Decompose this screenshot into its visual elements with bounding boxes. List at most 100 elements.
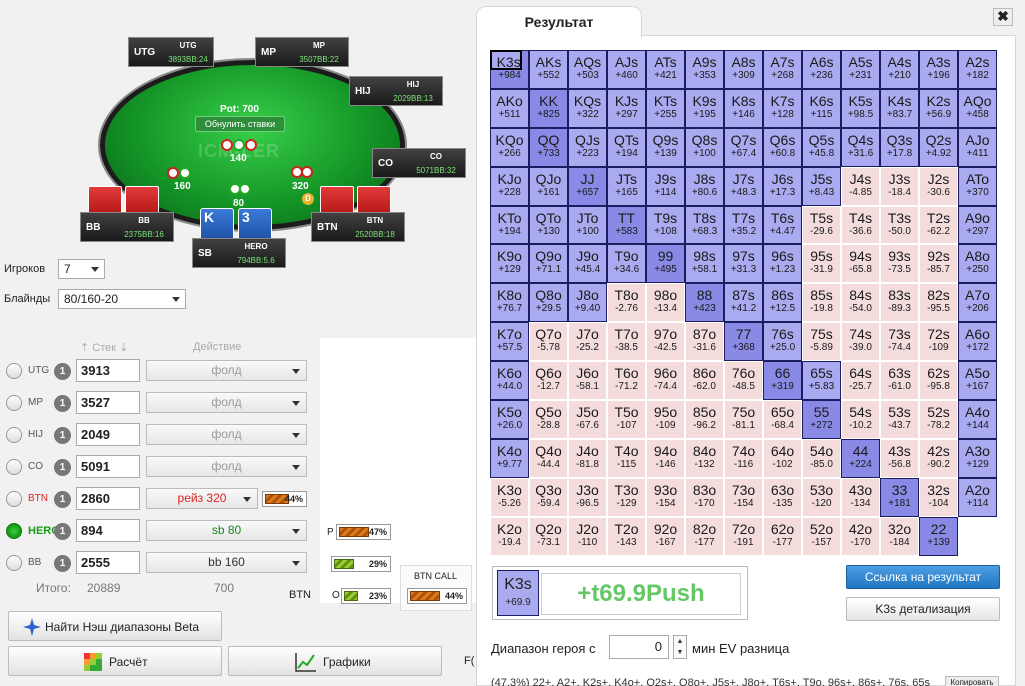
chevron-down-icon[interactable]: ▼ (677, 649, 684, 656)
hand-cell-a7o[interactable]: A7o +206 (958, 283, 997, 323)
hand-cell-q2s[interactable]: Q2s +4.92 (919, 127, 958, 167)
hand-cell-a5s[interactable]: A5s +231 (841, 50, 880, 89)
hand-cell-42o[interactable]: 42o -170 (841, 516, 880, 556)
find-nash-button[interactable]: Найти Нэш диапазоны Beta (8, 611, 222, 641)
hand-cell-kk[interactable]: KK +825 (529, 88, 568, 128)
hand-cell-aqs[interactable]: AQs +503 (568, 50, 607, 89)
hand-cell-kto[interactable]: KTo +194 (490, 205, 529, 245)
graphs-button[interactable]: Графики (228, 646, 442, 676)
hand-cell-86o[interactable]: 86o -62.0 (685, 361, 724, 401)
hand-cell-t4s[interactable]: T4s -36.6 (841, 205, 880, 245)
btn-call-range-bar[interactable]: 44% (407, 588, 467, 604)
hand-cell-j7s[interactable]: J7s +48.3 (724, 166, 763, 206)
hand-cell-95s[interactable]: 95s -31.9 (802, 244, 841, 284)
hand-cell-66[interactable]: 66 +319 (763, 361, 802, 401)
hand-cell-k3o[interactable]: K3o -5.26 (490, 477, 529, 517)
row-count-badge[interactable]: 1 (54, 363, 71, 380)
hand-cell-62s[interactable]: 62s -95.8 (919, 361, 958, 401)
hand-cell-ato[interactable]: ATo +370 (958, 166, 997, 206)
hand-cell-qto[interactable]: QTo +130 (529, 205, 568, 245)
hand-cell-72o[interactable]: 72o -191 (724, 516, 763, 556)
hand-cell-kjo[interactable]: KJo +228 (490, 166, 529, 206)
hand-cell-j2o[interactable]: J2o -110 (568, 516, 607, 556)
hand-cell-83s[interactable]: 83s -89.3 (880, 283, 919, 323)
hand-cell-q6o[interactable]: Q6o -12.7 (529, 361, 568, 401)
seat-hij[interactable]: HIJ HIJ 2029BB:13 (349, 76, 443, 106)
hand-cell-tt[interactable]: TT +583 (607, 205, 646, 245)
stack-input-btn[interactable]: 2860 (76, 487, 140, 510)
row-count-badge[interactable]: 1 (54, 523, 71, 540)
hand-cell-a7s[interactable]: A7s +268 (763, 50, 802, 89)
hand-cell-j6o[interactable]: J6o -58.1 (568, 361, 607, 401)
hand-cell-73s[interactable]: 73s -74.4 (880, 322, 919, 362)
hand-cell-k5s[interactable]: K5s +98.5 (841, 88, 880, 128)
hand-cell-a2o[interactable]: A2o +114 (958, 477, 997, 517)
hand-cell-q9o[interactable]: Q9o +71.1 (529, 244, 568, 284)
hand-cell-85s[interactable]: 85s -19.8 (802, 283, 841, 323)
action-select-hero[interactable]: sb 80 (146, 520, 307, 541)
hand-cell-q6s[interactable]: Q6s +60.8 (763, 127, 802, 167)
hand-cell-ako[interactable]: AKo +511 (490, 88, 529, 128)
hand-cell-j4s[interactable]: J4s -4.85 (841, 166, 880, 206)
hand-cell-75s[interactable]: 75s -5.89 (802, 322, 841, 362)
seat-mp[interactable]: MP MP 3507BB:22 (255, 37, 349, 67)
row-count-badge[interactable]: 1 (54, 395, 71, 412)
hand-cell-86s[interactable]: 86s +12.5 (763, 283, 802, 323)
hand-cell-t5s[interactable]: T5s -29.6 (802, 205, 841, 245)
hand-cell-75o[interactable]: 75o -81.1 (724, 400, 763, 439)
hand-cell-j9s[interactable]: J9s +114 (646, 166, 685, 206)
hand-cell-a2s[interactable]: A2s +182 (958, 50, 997, 89)
hand-cell-ajs[interactable]: AJs +460 (607, 50, 646, 89)
hand-cell-74s[interactable]: 74s -39.0 (841, 322, 880, 362)
hand-cell-t3s[interactable]: T3s -50.0 (880, 205, 919, 245)
row-count-badge[interactable]: 1 (54, 555, 71, 572)
hand-cell-k8s[interactable]: K8s +146 (724, 88, 763, 128)
hand-cell-j3s[interactable]: J3s -18.4 (880, 166, 919, 206)
hand-cell-73o[interactable]: 73o -154 (724, 477, 763, 517)
hand-cell-74o[interactable]: 74o -116 (724, 438, 763, 478)
hand-cell-88[interactable]: 88 +423 (685, 283, 724, 323)
hand-cell-kqs[interactable]: KQs +322 (568, 88, 607, 128)
hand-cell-92o[interactable]: 92o -167 (646, 516, 685, 556)
btn-range-bar[interactable]: 44% (262, 491, 307, 507)
hand-cell-22[interactable]: 22 +139 (919, 516, 958, 556)
hand-cell-kqo[interactable]: KQo +266 (490, 127, 529, 167)
hand-cell-q5o[interactable]: Q5o -28.8 (529, 400, 568, 439)
action-select-utg[interactable]: фолд (146, 360, 307, 381)
hand-cell-k6o[interactable]: K6o +44.0 (490, 361, 529, 401)
hand-cell-98o[interactable]: 98o -13.4 (646, 283, 685, 323)
seat-hero[interactable]: SB HERO 794BB:5.6 (192, 238, 286, 268)
hand-cell-k4o[interactable]: K4o +9.77 (490, 438, 529, 478)
hand-cell-qq[interactable]: QQ +733 (529, 127, 568, 167)
hand-cell-54s[interactable]: 54s -10.2 (841, 400, 880, 439)
hand-cell-94o[interactable]: 94o -146 (646, 438, 685, 478)
hand-cell-q4s[interactable]: Q4s +31.6 (841, 127, 880, 167)
action-select-bb[interactable]: bb 160 (146, 552, 307, 573)
hand-cell-t2s[interactable]: T2s -62.2 (919, 205, 958, 245)
range-bar-29[interactable]: 29% (331, 556, 391, 572)
hand-cell-64s[interactable]: 64s -25.7 (841, 361, 880, 401)
hand-cell-j5o[interactable]: J5o -67.6 (568, 400, 607, 439)
hand-cell-63s[interactable]: 63s -61.0 (880, 361, 919, 401)
hand-cell-87o[interactable]: 87o -31.6 (685, 322, 724, 362)
row-count-badge[interactable]: 1 (54, 459, 71, 476)
hand-cell-a9s[interactable]: A9s +353 (685, 50, 724, 89)
hand-cell-jto[interactable]: JTo +100 (568, 205, 607, 245)
hand-cell-k7o[interactable]: K7o +57.5 (490, 322, 529, 362)
hand-cell-53s[interactable]: 53s -43.7 (880, 400, 919, 439)
stack-input-bb[interactable]: 2555 (76, 551, 140, 574)
hand-cell-aks[interactable]: AKs +552 (529, 50, 568, 89)
hand-cell-j6s[interactable]: J6s +17.3 (763, 166, 802, 206)
hand-cell-t2o[interactable]: T2o -143 (607, 516, 646, 556)
seat-utg[interactable]: UTG UTG 3893BB:24 (128, 37, 214, 67)
hand-cell-j8o[interactable]: J8o +9.40 (568, 283, 607, 323)
min-ev-input[interactable]: 0 (609, 635, 669, 659)
hand-cell-ats[interactable]: ATs +421 (646, 50, 685, 89)
calculate-button[interactable]: Расчёт (8, 646, 222, 676)
seat-radio-co[interactable] (6, 459, 22, 475)
hand-cell-q8o[interactable]: Q8o +29.5 (529, 283, 568, 323)
hand-cell-84o[interactable]: 84o -132 (685, 438, 724, 478)
stack-input-hij[interactable]: 2049 (76, 423, 140, 446)
hand-detail-button[interactable]: K3s детализация (846, 597, 1000, 621)
seat-co[interactable]: CO CO 5071BB:32 (372, 148, 466, 178)
